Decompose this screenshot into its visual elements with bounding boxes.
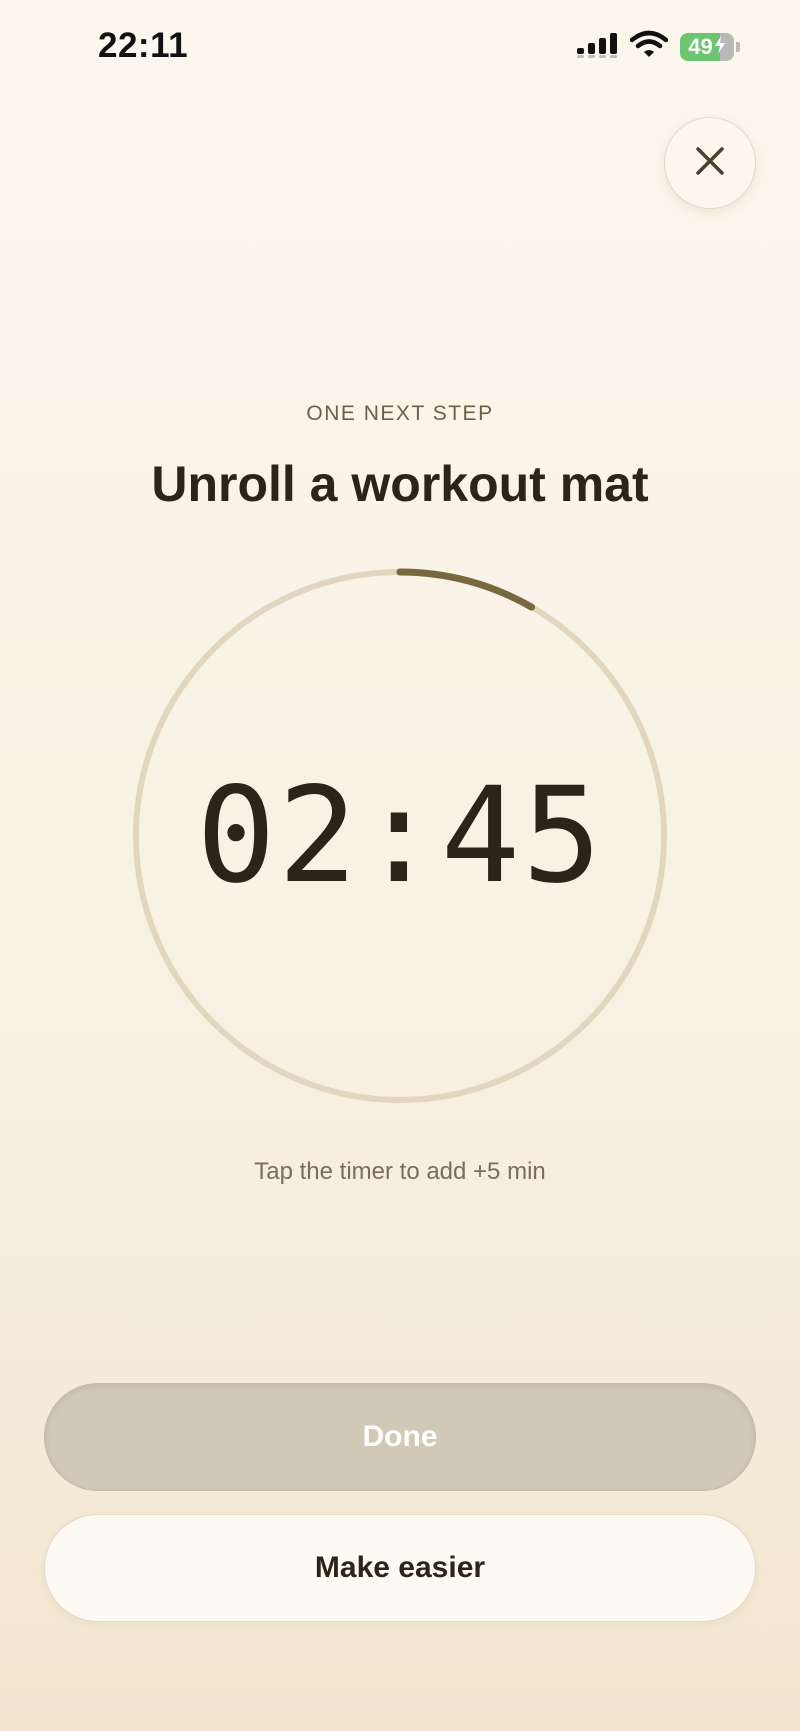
- close-button[interactable]: [664, 117, 756, 209]
- status-time: 22:11: [98, 26, 189, 65]
- timer[interactable]: 02:45: [132, 568, 668, 1104]
- cellular-signal-icon: [576, 30, 618, 63]
- status-bar: 22:11 49: [0, 0, 800, 100]
- step-eyebrow: ONE NEXT STEP: [306, 402, 494, 425]
- timer-hint: Tap the timer to add +5 min: [254, 1158, 546, 1185]
- done-button-label: Done: [362, 1420, 438, 1453]
- battery-level: 49: [688, 33, 713, 59]
- wifi-icon: [629, 30, 669, 63]
- timer-display: 02:45: [196, 759, 604, 913]
- done-button[interactable]: Done: [44, 1383, 756, 1491]
- battery-icon: 49: [680, 32, 740, 61]
- charging-bolt-icon: [714, 34, 726, 60]
- make-easier-button[interactable]: Make easier: [44, 1514, 756, 1622]
- step-title: Unroll a workout mat: [151, 456, 649, 512]
- close-icon: [695, 146, 725, 181]
- make-easier-button-label: Make easier: [314, 1551, 486, 1584]
- status-icons: 49: [576, 30, 740, 63]
- battery-cap: [736, 41, 740, 52]
